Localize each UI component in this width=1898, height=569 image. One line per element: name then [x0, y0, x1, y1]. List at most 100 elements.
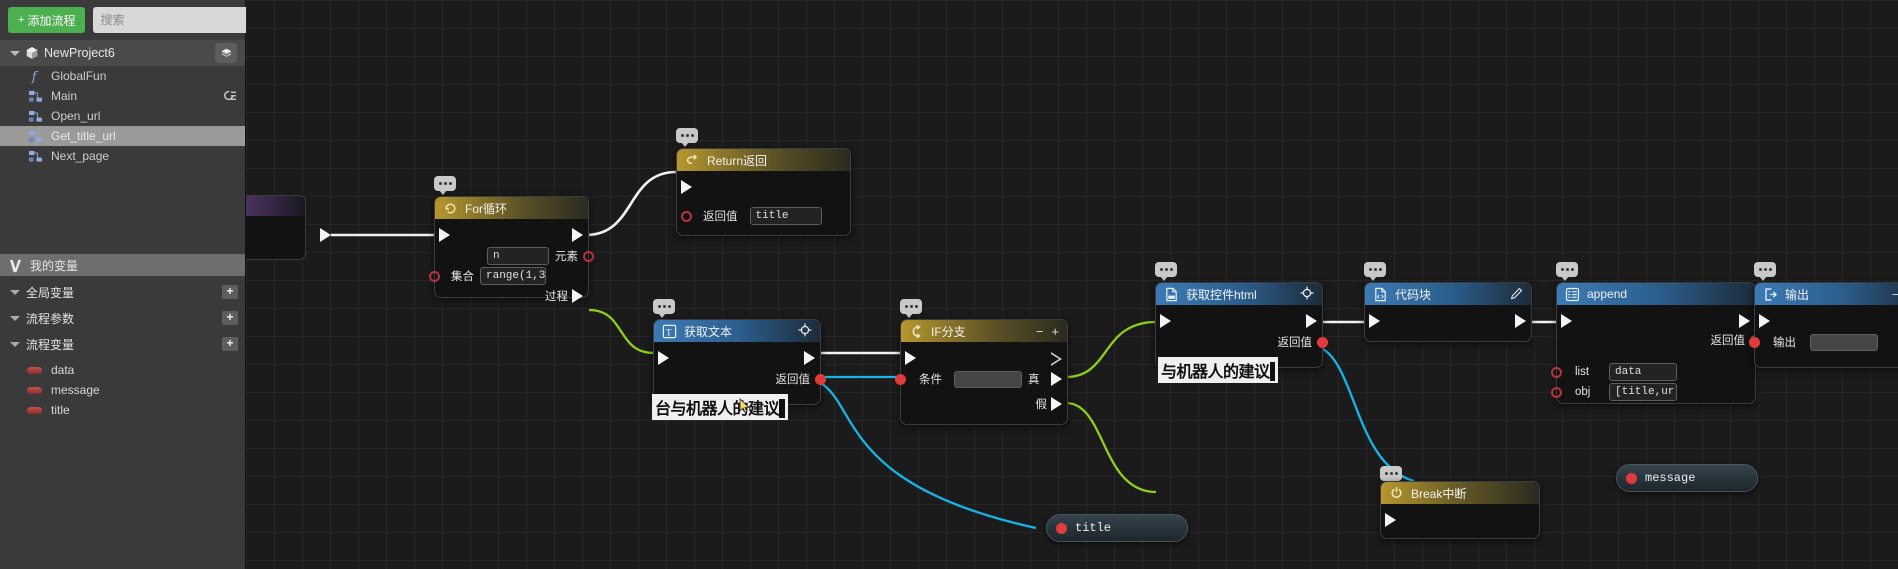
get-html-comment-badge[interactable] — [1155, 262, 1177, 281]
node-header[interactable]: Return返回 — [677, 149, 850, 171]
node-if-branch[interactable]: IF分支 − + 条件 真 假 — [895, 319, 1068, 425]
node-header[interactable]: 输出 − + — [1755, 283, 1898, 305]
node-for-loop[interactable]: For循环 n 元素 集合 range(1,31) — [429, 196, 594, 303]
if-exec-out-hollow-port[interactable] — [1051, 352, 1062, 366]
append-obj-in-port[interactable] — [1551, 386, 1562, 398]
for-loop-element-out-port[interactable] — [583, 250, 594, 262]
return-value-in-port[interactable] — [681, 210, 692, 222]
get-text-exec-in-port[interactable] — [658, 351, 671, 366]
chevron-down-icon[interactable] — [10, 50, 20, 56]
node-append[interactable]: append 返回值 list data obj [title,ur — [1551, 282, 1761, 404]
flow-entry-icon[interactable] — [223, 89, 237, 103]
chevron-down-icon[interactable] — [10, 289, 20, 295]
break-exec-in-port[interactable] — [1385, 513, 1398, 528]
if-exec-in-port[interactable] — [905, 351, 918, 366]
return-value-field[interactable]: title — [749, 207, 822, 225]
output-value-in-port[interactable] — [1749, 336, 1760, 348]
for-loop-collection-in-port[interactable] — [429, 270, 440, 282]
chevron-down-icon[interactable] — [10, 315, 20, 321]
upstream-node-stub[interactable] — [246, 195, 306, 260]
node-header[interactable]: Break中断 — [1381, 482, 1539, 504]
list-append-icon — [1565, 287, 1580, 301]
pill-node-title[interactable]: title — [1046, 514, 1188, 542]
get-html-exec-in-port[interactable] — [1160, 314, 1173, 329]
append-list-value[interactable]: data — [1609, 363, 1677, 381]
for-loop-exec-in-port[interactable] — [439, 228, 452, 243]
sidebar-item-main[interactable]: Main — [0, 86, 245, 106]
code-block-exec-out-port[interactable] — [1515, 314, 1528, 329]
target-picker-icon[interactable] — [1300, 286, 1314, 302]
get-html-exec-out-port[interactable] — [1306, 314, 1319, 329]
return-exec-in-port[interactable] — [681, 180, 694, 195]
group-flow-parameters[interactable]: 流程参数 + — [0, 308, 245, 328]
code-block-comment-badge[interactable] — [1364, 262, 1386, 281]
node-break[interactable]: Break中断 — [1380, 481, 1540, 539]
get-text-exec-out-port[interactable] — [804, 351, 817, 366]
if-true-out-port[interactable] — [1051, 372, 1064, 387]
project-root-row[interactable]: NewProject6 — [0, 40, 245, 66]
collapse-button[interactable]: − — [1036, 325, 1044, 338]
for-loop-collection-value[interactable]: range(1,31) — [480, 267, 546, 285]
node-get-text[interactable]: T 获取文本 返回值 — [653, 319, 826, 405]
node-header[interactable]: T 获取文本 — [654, 320, 820, 342]
add-flow-parameter-button[interactable]: + — [222, 311, 238, 325]
node-header[interactable]: For循环 — [435, 197, 588, 219]
my-variables-header[interactable]: 我的变量 — [0, 254, 245, 276]
for-loop-comment-badge[interactable] — [434, 176, 456, 195]
expand-button[interactable]: + — [1051, 325, 1059, 338]
for-loop-element-value[interactable]: n — [487, 247, 549, 265]
node-return[interactable]: Return返回 返回值 title — [676, 148, 851, 236]
node-output[interactable]: 输出 − + 输出 — [1749, 282, 1898, 368]
search-input[interactable] — [100, 13, 256, 27]
variable-item-title[interactable]: title — [0, 400, 245, 420]
node-code-block[interactable]: 代码块 — [1364, 282, 1532, 342]
code-block-exec-in-port[interactable] — [1369, 314, 1382, 329]
group-flow-variables[interactable]: 流程变量 + — [0, 334, 245, 354]
if-false-out-port[interactable] — [1051, 397, 1064, 412]
node-header[interactable]: append — [1557, 283, 1755, 305]
variable-item-data[interactable]: data — [0, 360, 245, 380]
pill-node-message[interactable]: message — [1616, 464, 1758, 492]
title-pill-in-port[interactable] — [1056, 522, 1067, 534]
message-pill-in-port[interactable] — [1626, 472, 1637, 484]
get-text-return-out-port[interactable] — [815, 373, 826, 385]
append-list-in-port[interactable] — [1551, 366, 1562, 378]
sidebar-item-next-page[interactable]: Next_page — [0, 146, 245, 166]
if-condition-in-port[interactable] — [895, 373, 906, 385]
variable-item-message[interactable]: message — [0, 380, 245, 400]
return-comment-badge[interactable] — [676, 128, 698, 147]
output-comment-badge[interactable] — [1754, 262, 1776, 281]
output-value-field[interactable] — [1810, 333, 1878, 351]
node-get-control-html[interactable]: 获取控件html 返回值 — [1155, 282, 1328, 368]
node-header[interactable]: 获取控件html — [1156, 283, 1322, 305]
add-flow-variable-button[interactable]: + — [222, 337, 238, 351]
sidebar-item-open-url[interactable]: Open_url — [0, 106, 245, 126]
output-exec-in-port[interactable] — [1759, 314, 1772, 329]
flow-icon — [28, 90, 43, 102]
for-loop-process-out-port[interactable] — [572, 289, 585, 304]
target-picker-icon[interactable] — [798, 323, 812, 339]
append-obj-value[interactable]: [title,url] — [1609, 383, 1677, 401]
get-html-return-out-port[interactable] — [1317, 336, 1328, 348]
if-branch-comment-badge[interactable] — [900, 299, 922, 318]
if-condition-field[interactable] — [954, 370, 1022, 388]
edit-pencil-icon[interactable] — [1510, 287, 1523, 302]
node-header[interactable]: 代码块 — [1365, 283, 1531, 305]
sidebar-item-get-title-url[interactable]: Get_title_url — [0, 126, 245, 146]
chevron-down-icon[interactable] — [10, 341, 20, 347]
flow-canvas[interactable]: For循环 n 元素 集合 range(1,31) — [246, 0, 1898, 569]
append-exec-out-port[interactable] — [1739, 314, 1752, 329]
add-flow-button[interactable]: + 添加流程 — [8, 7, 86, 33]
group-global-variables[interactable]: 全局变量 + — [0, 282, 245, 302]
layers-button[interactable] — [215, 43, 237, 63]
stub-exec-out-port[interactable] — [320, 228, 333, 243]
get-text-comment-badge[interactable] — [653, 299, 675, 318]
sidebar-item-globalfun[interactable]: f GlobalFun — [0, 66, 245, 86]
append-exec-in-port[interactable] — [1561, 314, 1574, 329]
collapse-button[interactable]: − — [1892, 288, 1898, 301]
break-comment-badge[interactable] — [1380, 466, 1402, 485]
for-loop-exec-out-port[interactable] — [572, 228, 585, 243]
append-comment-badge[interactable] — [1556, 262, 1578, 281]
add-global-variable-button[interactable]: + — [222, 285, 238, 299]
node-header[interactable]: IF分支 − + — [901, 320, 1067, 342]
